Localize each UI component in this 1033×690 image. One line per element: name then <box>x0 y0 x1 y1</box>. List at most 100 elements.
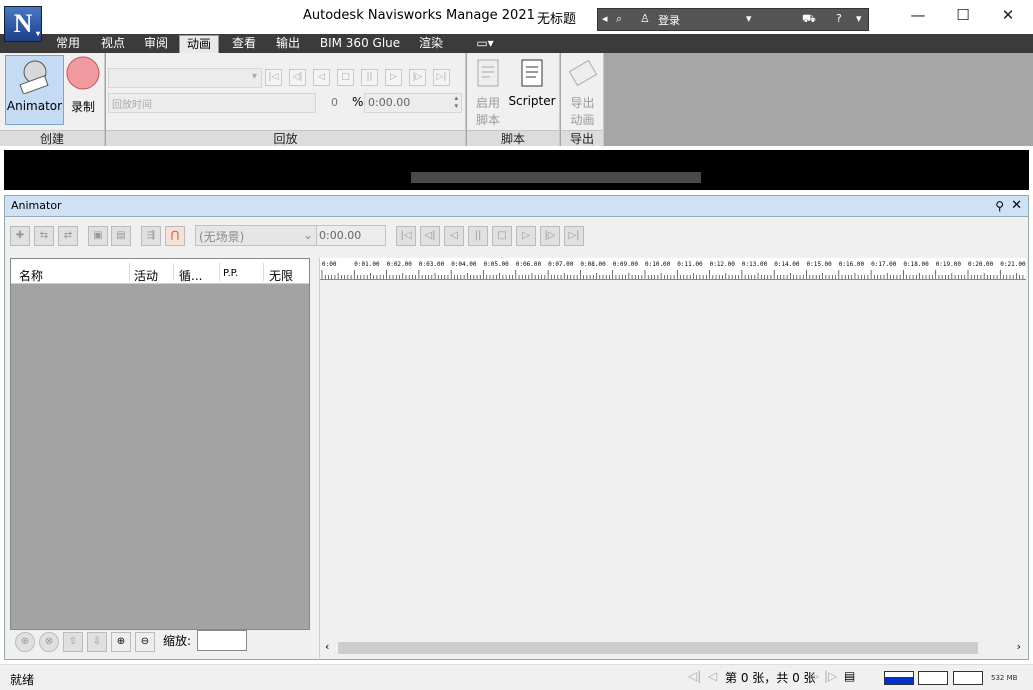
spinner-arrows-icon[interactable]: ▴ ▾ <box>454 94 458 110</box>
ribbon-tabs: 常用 视点 审阅 动画 查看 输出 BIM 360 Glue 渲染 ▭▾ <box>0 34 1033 53</box>
ruler-label: 0:01.00 <box>354 261 380 268</box>
step-back-icon[interactable]: ◁| <box>420 226 440 246</box>
horizontal-scrollbar[interactable]: ‹ › <box>324 640 1024 656</box>
plus-circle-icon[interactable]: ⊕ <box>15 632 35 652</box>
scroll-left-icon[interactable]: ‹ <box>325 640 329 653</box>
column-separator <box>129 263 130 281</box>
tab-review[interactable]: 审阅 <box>138 35 174 53</box>
maximize-button[interactable]: ☐ <box>943 4 983 28</box>
col-active[interactable]: 活动 <box>134 267 158 284</box>
animation-select[interactable]: ▾ <box>108 68 262 88</box>
tab-bim360-glue[interactable]: BIM 360 Glue <box>314 35 406 53</box>
percent-sign: % <box>352 95 364 109</box>
binoculars-icon[interactable]: ⌕ <box>616 12 622 26</box>
tree-toolbar: ⊕ ⊗ ⇧ ⇩ ⊕ ⊖ 缩放: <box>10 630 310 656</box>
pin-icon[interactable]: ⚲ <box>995 196 1004 216</box>
step-forward-icon[interactable]: |▷ <box>409 69 426 86</box>
close-icon[interactable]: ✕ <box>1011 196 1022 216</box>
step-back-icon[interactable]: ◁| <box>289 69 306 86</box>
zoom-in-icon[interactable]: ⊕ <box>111 632 131 652</box>
scroll-icon <box>521 59 543 87</box>
enable-script-button[interactable]: 启用 脚本 <box>470 57 506 127</box>
add-scene-icon[interactable]: ✚ <box>10 226 30 246</box>
scroll-right-icon[interactable]: › <box>1017 640 1021 653</box>
rewind-icon[interactable]: |◁ <box>265 69 282 86</box>
tab-viewpoint[interactable]: 视点 <box>94 35 132 53</box>
chevron-down-icon[interactable]: ▾ <box>746 12 752 25</box>
play-reverse-icon[interactable]: ◁ <box>444 226 464 246</box>
export-animation-button[interactable]: 导出 动画 <box>564 57 601 127</box>
animator-button[interactable]: Animator <box>5 55 64 125</box>
paste-keyframe-icon[interactable]: ▤ <box>111 226 131 246</box>
time-spinner[interactable]: 0:00.00 ▴ ▾ <box>364 93 462 113</box>
timeline-ruler[interactable]: 0:00 0:01.00 0:02.00 0:03.00 0:04.00 0:05.00 0… <box>320 258 1026 280</box>
scene-viewport[interactable] <box>4 150 1029 190</box>
capture-keyframe-icon[interactable]: ▣ <box>88 226 108 246</box>
magnet-icon[interactable]: ⋂ <box>165 226 185 246</box>
column-separator <box>173 263 174 281</box>
sheet-browser-icon[interactable]: ▤ <box>844 669 855 683</box>
stop-icon[interactable]: □ <box>492 226 512 246</box>
add-camera-icon[interactable]: ⇆ <box>34 226 54 246</box>
delete-circle-icon[interactable]: ⊗ <box>39 632 59 652</box>
record-label: 录制 <box>70 100 95 114</box>
col-infinite[interactable]: 无限 <box>269 267 293 284</box>
toggle-snap-icon[interactable]: ⇶ <box>141 226 161 246</box>
playback-time-slider[interactable]: 回放时间 <box>108 93 316 113</box>
move-up-icon[interactable]: ⇧ <box>63 632 83 652</box>
ribbon-options-icon[interactable]: ▭▾ <box>470 35 500 53</box>
play-icon[interactable]: ▷ <box>385 69 402 86</box>
close-button[interactable]: ✕ <box>988 4 1028 28</box>
panel-create: Animator 录制 创建 <box>0 53 105 146</box>
scrollbar-thumb[interactable] <box>338 642 978 654</box>
user-icon[interactable]: ♙ <box>640 12 650 25</box>
tab-view[interactable]: 查看 <box>225 35 263 53</box>
stop-icon[interactable]: □ <box>337 69 354 86</box>
col-pp[interactable]: P.P. <box>223 268 238 279</box>
tree-header: 名称 活动 循... P.P. 无限 <box>11 259 309 284</box>
timeline-view[interactable]: 0:00 0:01.00 0:02.00 0:03.00 0:04.00 0:05.00 0… <box>319 258 1026 658</box>
animation-tree[interactable]: 名称 活动 循... P.P. 无限 <box>10 258 310 630</box>
minimize-button[interactable]: — <box>898 4 938 28</box>
memory-usage: 532 MB <box>991 674 1018 682</box>
zoom-input[interactable] <box>197 630 247 651</box>
play-icon[interactable]: ▷ <box>516 226 536 246</box>
last-page-icon[interactable]: |▷ <box>824 669 837 683</box>
pause-icon[interactable]: || <box>361 69 378 86</box>
enable-script-line2: 脚本 <box>475 113 500 127</box>
tab-output[interactable]: 输出 <box>269 35 307 53</box>
page-counter: 第 0 张，共 0 张 <box>725 671 816 685</box>
move-down-icon[interactable]: ⇩ <box>87 632 107 652</box>
pause-icon[interactable]: || <box>468 226 488 246</box>
help-icon[interactable]: ? <box>836 12 842 25</box>
zoom-out-icon[interactable]: ⊖ <box>135 632 155 652</box>
chevron-left-icon[interactable]: ◂ <box>602 12 608 25</box>
rewind-icon[interactable]: |◁ <box>396 226 416 246</box>
cart-icon[interactable]: ⛟ <box>802 12 816 27</box>
login-label[interactable]: 登录 <box>658 12 680 28</box>
prev-page-icon[interactable]: ◁ <box>708 669 717 683</box>
chevron-down-icon[interactable]: ▾ <box>856 12 862 25</box>
tab-render[interactable]: 渲染 <box>412 35 450 53</box>
animator-time-field[interactable]: 0:00.00 <box>316 225 386 246</box>
scene-select[interactable]: (无场景) ⌄ <box>195 225 317 246</box>
col-name[interactable]: 名称 <box>19 267 43 284</box>
tab-home[interactable]: 常用 <box>50 35 86 53</box>
ruler-label: 0:14.00 <box>774 261 800 268</box>
export-line2: 动画 <box>570 113 595 127</box>
step-forward-icon[interactable]: |▷ <box>540 226 560 246</box>
pencil-progress-icon <box>884 671 914 685</box>
col-loop[interactable]: 循... <box>179 267 202 284</box>
record-button[interactable]: 录制 <box>66 55 100 125</box>
enable-script-line1: 启用 <box>475 96 500 110</box>
next-page-icon[interactable]: ▷ <box>810 669 819 683</box>
scripter-button[interactable]: Scripter <box>508 57 556 127</box>
add-section-icon[interactable]: ⇄ <box>58 226 78 246</box>
fast-forward-icon[interactable]: ▷| <box>564 226 584 246</box>
tab-animation[interactable]: 动画 <box>179 35 219 53</box>
play-reverse-icon[interactable]: ◁ <box>313 69 330 86</box>
application-menu-button[interactable]: N ▾ <box>4 6 42 42</box>
fast-forward-icon[interactable]: ▷| <box>433 69 450 86</box>
panel-create-label: 创建 <box>0 130 104 146</box>
first-page-icon[interactable]: ◁| <box>688 669 701 683</box>
